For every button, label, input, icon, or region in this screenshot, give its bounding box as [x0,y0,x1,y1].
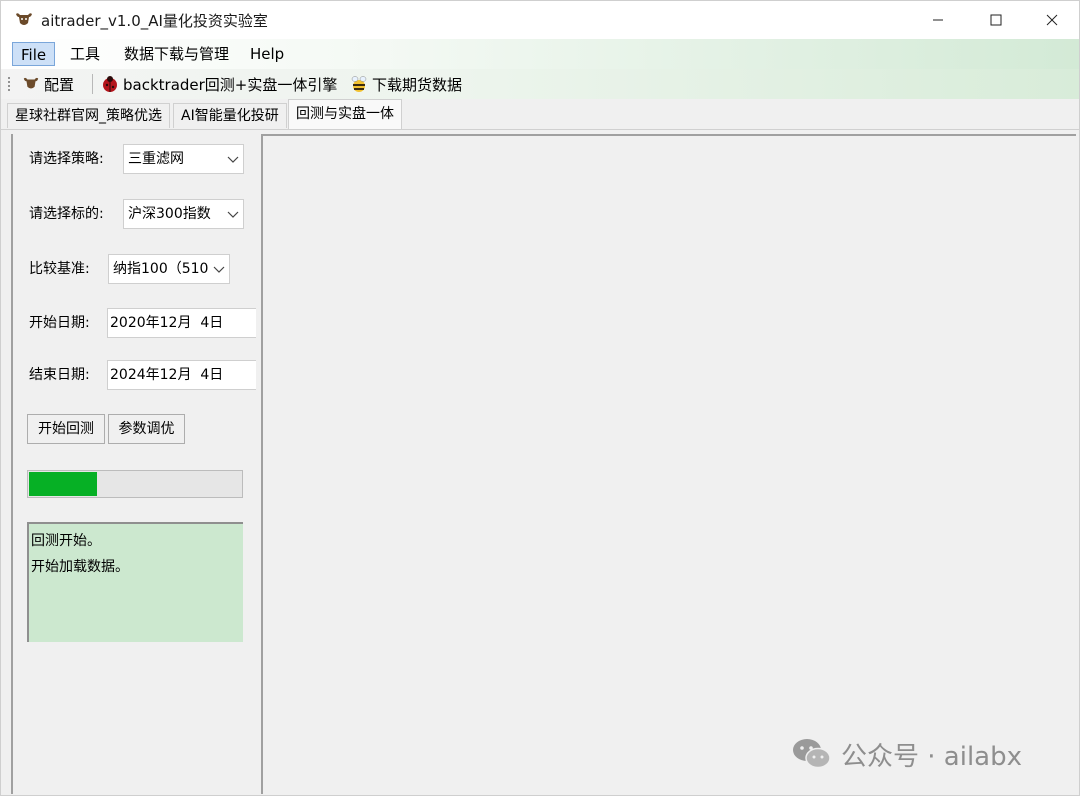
window-title: aitrader_v1.0_AI量化投资实验室 [41,12,268,30]
start-date-input[interactable]: 2020年12月 4日 [107,308,256,338]
start-date-label: 开始日期: [29,315,90,331]
toolbar-separator [92,74,93,94]
title-bar: aitrader_v1.0_AI量化投资实验室 [1,1,1079,39]
wechat-icon [791,734,833,774]
strategy-select[interactable]: 三重滤网 [123,144,244,174]
strategy-label: 请选择策略: [29,151,104,167]
menu-bar: File 工具 数据下载与管理 Help [1,39,1079,69]
maximize-button[interactable] [967,1,1025,39]
chevron-down-icon [213,266,225,273]
watermark: 公众号 · ailabx [791,734,1022,774]
menu-help[interactable]: Help [242,42,292,66]
end-date-input[interactable]: 2024年12月 4日 [107,360,256,390]
chevron-down-icon [227,156,239,163]
menu-tools[interactable]: 工具 [62,42,108,66]
menu-file[interactable]: File [12,42,56,66]
app-window: aitrader_v1.0_AI量化投资实验室 File 工具 数据下载与管理 … [0,0,1080,796]
tab-bar: 星球社群官网_策略优选 AI智能量化投研 回测与实盘一体 [1,99,1079,129]
log-line: 回测开始。 [31,533,101,549]
start-backtest-button[interactable]: 开始回测 [27,414,105,444]
end-date-label: 结束日期: [29,367,90,383]
download-futures-button[interactable]: 下载期货数据 [350,73,462,95]
toolbar-grip[interactable] [7,76,11,92]
backtrader-engine-label: backtrader回测+实盘一体引擎 [123,75,338,94]
backtrader-engine-button[interactable]: backtrader回测+实盘一体引擎 [101,73,337,95]
target-value: 沪深300指数 [128,206,211,222]
benchmark-value: 纳指100（510 [113,261,209,277]
log-output[interactable]: 回测开始。 开始加载数据。 [27,522,243,642]
tab-backtest-live[interactable]: 回测与实盘一体 [288,99,402,129]
tab-ai-research[interactable]: AI智能量化投研 [173,103,287,128]
log-line: 开始加载数据。 [31,559,129,575]
param-tune-button[interactable]: 参数调优 [108,414,185,444]
watermark-text: 公众号 · ailabx [841,741,1022,772]
progress-bar [27,470,243,498]
menu-data-download[interactable]: 数据下载与管理 [116,42,237,66]
control-panel: 请选择策略: 三重滤网 请选择标的: 沪深300指数 比较基准: 纳指100（5… [11,134,258,794]
minimize-button[interactable] [909,1,967,39]
download-futures-label: 下载期货数据 [372,75,463,94]
chevron-down-icon [227,211,239,218]
ladybug-icon [101,75,119,93]
config-button[interactable]: 配置 [22,73,74,95]
toolbar: 配置 backtrader回测+实盘一体引擎 下载期货数据 [1,69,1079,99]
target-label: 请选择标的: [29,206,104,222]
results-panel [261,134,1076,794]
buffalo-icon [22,75,40,93]
maximize-icon [990,14,1002,26]
bee-icon [350,75,368,93]
target-select[interactable]: 沪深300指数 [123,199,244,229]
close-button[interactable] [1023,1,1080,39]
buffalo-icon [14,11,34,29]
tab-strategy-select[interactable]: 星球社群官网_策略优选 [7,103,170,128]
close-icon [1046,14,1058,26]
benchmark-select[interactable]: 纳指100（510 [108,254,230,284]
minimize-icon [933,19,943,21]
config-label: 配置 [44,75,75,94]
tab-divider [1,129,1079,130]
benchmark-label: 比较基准: [29,261,90,277]
strategy-value: 三重滤网 [128,151,184,167]
progress-fill [29,472,97,496]
